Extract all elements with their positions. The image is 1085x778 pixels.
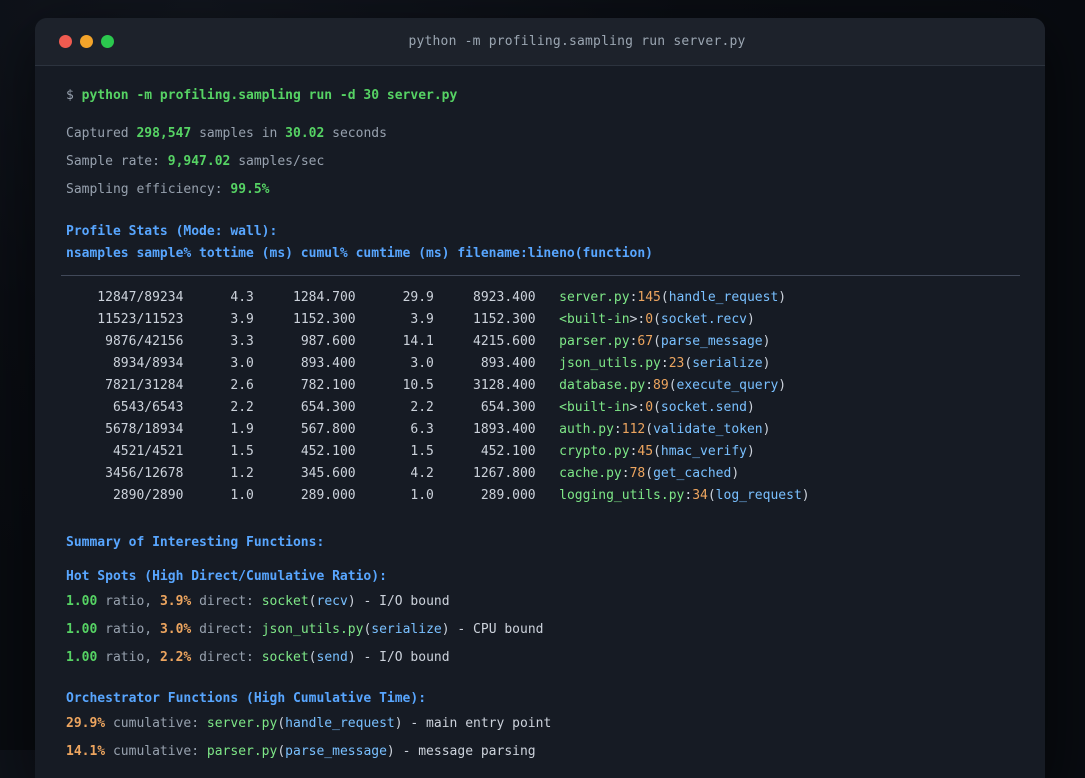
maximize-button[interactable] — [101, 35, 114, 48]
profile-row: 5678/18934 1.9 567.800 6.3 1893.400 auth… — [66, 422, 771, 437]
summary-heading: Summary of Interesting Functions: — [66, 535, 325, 550]
hotspot-line: 1.00 ratio, 3.0% direct: json_utils.py(s… — [66, 622, 544, 637]
profile-row: 11523/11523 3.9 1152.300 3.9 1152.300 <b… — [66, 312, 755, 327]
profile-row: 7821/31284 2.6 782.100 10.5 3128.400 dat… — [66, 378, 787, 393]
profile-row: 3456/12678 1.2 345.600 4.2 1267.800 cach… — [66, 466, 740, 481]
profile-row: 8934/8934 3.0 893.400 3.0 893.400 json_u… — [66, 356, 771, 371]
stats-line: Captured 298,547 samples in 30.02 second… — [66, 126, 387, 141]
close-button[interactable] — [59, 35, 72, 48]
hot-spots-heading: Hot Spots (High Direct/Cumulative Ratio)… — [66, 569, 387, 584]
profile-row: 6543/6543 2.2 654.300 2.2 654.300 <built… — [66, 400, 755, 415]
orchestrator-line: 14.1% cumulative: parser.py(parse_messag… — [66, 744, 536, 759]
orchestrator-list: 29.9% cumulative: server.py(handle_reque… — [66, 713, 1020, 763]
profile-row: 12847/89234 4.3 1284.700 29.9 8923.400 s… — [66, 290, 787, 305]
hotspot-line: 1.00 ratio, 2.2% direct: socket(send) - … — [66, 650, 450, 665]
stats-line: Sample rate: 9,947.02 samples/sec — [66, 154, 325, 169]
profile-columns-header: nsamples sample% tottime (ms) cumul% cum… — [66, 246, 653, 261]
orchestrator-heading: Orchestrator Functions (High Cumulative … — [66, 691, 427, 706]
profile-table: 12847/89234 4.3 1284.700 29.9 8923.400 s… — [66, 287, 1020, 507]
terminal-window: python -m profiling.sampling run server.… — [35, 18, 1045, 778]
profile-stats-heading: Profile Stats (Mode: wall): — [66, 224, 278, 239]
window-title: python -m profiling.sampling run server.… — [408, 34, 746, 49]
hot-spots-list: 1.00 ratio, 3.9% direct: socket(recv) - … — [66, 591, 1020, 669]
profile-row: 4521/4521 1.5 452.100 1.5 452.100 crypto… — [66, 444, 755, 459]
profile-row: 2890/2890 1.0 289.000 1.0 289.000 loggin… — [66, 488, 810, 503]
terminal-output: $ python -m profiling.sampling run -d 30… — [35, 66, 1045, 763]
capture-stats: Captured 298,547 samples in 30.02 second… — [66, 123, 1020, 201]
hotspot-line: 1.00 ratio, 3.9% direct: socket(recv) - … — [66, 594, 450, 609]
profile-row: 9876/42156 3.3 987.600 14.1 4215.600 par… — [66, 334, 771, 349]
stats-line: Sampling efficiency: 99.5% — [66, 182, 270, 197]
minimize-button[interactable] — [80, 35, 93, 48]
table-divider — [61, 275, 1020, 276]
prompt-line: $ python -m profiling.sampling run -d 30… — [66, 88, 458, 103]
traffic-lights — [59, 35, 125, 48]
orchestrator-line: 29.9% cumulative: server.py(handle_reque… — [66, 716, 552, 731]
titlebar[interactable]: python -m profiling.sampling run server.… — [35, 18, 1045, 66]
